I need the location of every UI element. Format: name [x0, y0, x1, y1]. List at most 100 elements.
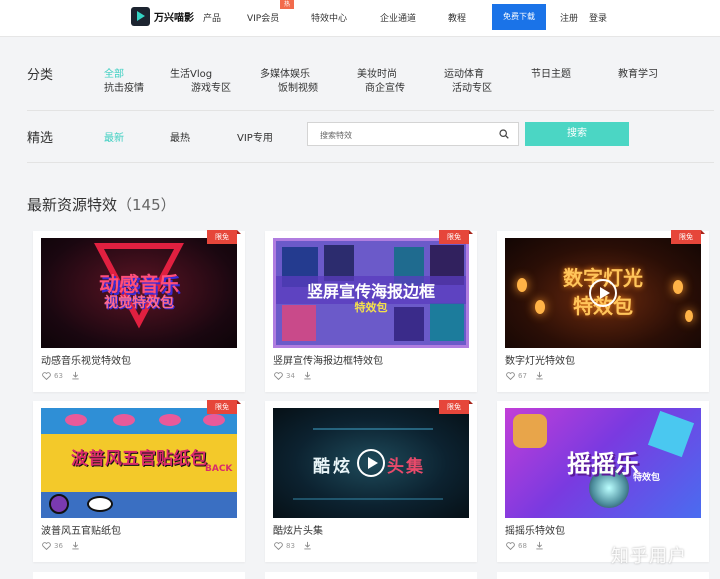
download-icon[interactable] — [535, 541, 544, 550]
heart-icon[interactable] — [274, 371, 283, 380]
logo[interactable]: 万兴喵影 — [131, 7, 194, 26]
cat-sticker — [513, 414, 547, 448]
category-business[interactable]: 商企宣传 — [365, 79, 405, 94]
effect-card[interactable] — [265, 572, 477, 579]
card-thumbnail[interactable]: 摇摇乐 特效包 — [505, 408, 701, 518]
card-title[interactable]: 数字灯光特效包 — [505, 352, 575, 367]
nav-enterprise[interactable]: 企业通道 — [380, 11, 416, 24]
category-holiday[interactable]: 节日主题 — [531, 65, 571, 80]
nav-tutorials[interactable]: 教程 — [448, 11, 466, 24]
sticker-band — [41, 492, 237, 518]
thumb-subtitle: 特效包 — [354, 301, 388, 314]
divider — [27, 162, 714, 163]
card-thumbnail[interactable]: 竖屏宣传海报边框 特效包 — [273, 238, 469, 348]
download-icon[interactable] — [535, 371, 544, 380]
category-label: 分类 — [27, 68, 54, 83]
category-beauty[interactable]: 美妆时尚 — [357, 65, 397, 80]
category-multimedia[interactable]: 多媒体娱乐 — [260, 65, 310, 80]
category-education[interactable]: 教育学习 — [618, 65, 658, 80]
effect-card[interactable] — [33, 572, 245, 579]
card-thumbnail[interactable]: 动感音乐 视觉特效包 — [41, 238, 237, 348]
like-count: 67 — [518, 371, 527, 380]
free-badge: 限免 — [207, 230, 241, 244]
heart-icon[interactable] — [506, 371, 515, 380]
card-meta: 63 — [42, 371, 80, 380]
sort-label: 精选 — [27, 131, 54, 146]
free-badge: 限免 — [671, 230, 705, 244]
download-icon[interactable] — [303, 541, 312, 550]
category-fan-videos[interactable]: 饭制视频 — [278, 79, 318, 94]
lips-sticker — [159, 414, 181, 426]
card-meta: 34 — [274, 371, 312, 380]
like-count: 34 — [286, 371, 295, 380]
sort-newest[interactable]: 最新 — [104, 129, 124, 144]
card-meta: 36 — [42, 541, 80, 550]
divider — [27, 110, 714, 111]
section-title: 最新资源特效（145） — [27, 194, 176, 215]
like-count: 83 — [286, 541, 295, 550]
light-streak — [313, 428, 433, 430]
top-nav: 万兴喵影 产品 VIP会员 热 特效中心 企业通道 教程 免费下载 注册 登录 — [0, 0, 720, 37]
category-sports[interactable]: 运动体育 — [444, 65, 484, 80]
card-thumbnail[interactable]: 酷炫 头集 — [273, 408, 469, 518]
card-title[interactable]: 竖屏宣传海报边框特效包 — [273, 352, 383, 367]
download-icon[interactable] — [71, 371, 80, 380]
effect-card[interactable]: 摇摇乐 特效包 摇摇乐特效包 68 — [497, 401, 709, 562]
search-button[interactable]: 搜索 — [525, 122, 629, 146]
watermark: 知乎用户 — [611, 546, 687, 567]
section-title-text: 最新资源特效 — [27, 196, 118, 214]
card-meta: 68 — [506, 541, 544, 550]
heart-icon[interactable] — [42, 371, 51, 380]
card-thumbnail[interactable]: 数字灯光 特效包 — [505, 238, 701, 348]
login-link[interactable]: 登录 — [589, 11, 607, 24]
sort-hottest[interactable]: 最热 — [170, 129, 190, 144]
heart-icon[interactable] — [506, 541, 515, 550]
nav-effects-center[interactable]: 特效中心 — [311, 11, 347, 24]
category-games[interactable]: 游戏专区 — [191, 79, 231, 94]
thumb-tag: BACK — [205, 464, 233, 474]
category-all[interactable]: 全部 — [104, 65, 124, 80]
category-events[interactable]: 活动专区 — [452, 79, 492, 94]
register-link[interactable]: 注册 — [560, 11, 578, 24]
search-icon[interactable] — [499, 129, 509, 139]
wow-sticker — [87, 496, 113, 512]
effect-card[interactable]: 限免 动感音乐 视觉特效包 动感音乐视觉特效包 63 — [33, 230, 245, 392]
card-meta: 83 — [274, 541, 312, 550]
nav-products[interactable]: 产品 — [203, 11, 221, 24]
heart-icon[interactable] — [274, 541, 283, 550]
play-button[interactable] — [589, 279, 617, 307]
logo-text: 万兴喵影 — [154, 13, 194, 24]
category-vlog[interactable]: 生活Vlog — [170, 65, 212, 80]
free-download-button[interactable]: 免费下载 — [492, 4, 546, 30]
thumb-subtitle: 特效包 — [633, 473, 661, 483]
download-icon[interactable] — [303, 371, 312, 380]
thumb-subtitle: 头集 — [387, 457, 425, 477]
download-icon[interactable] — [71, 541, 80, 550]
effect-card[interactable]: 限免 酷炫 头集 酷炫片头集 83 — [265, 400, 477, 562]
lips-sticker — [65, 414, 87, 426]
thumb-subtitle: 视觉特效包 — [104, 295, 174, 311]
card-title[interactable]: 摇摇乐特效包 — [505, 522, 565, 537]
effect-card[interactable]: 限免 波普风五官贴纸包 BACK 波普风五官贴纸包 36 — [33, 400, 245, 562]
lips-sticker — [203, 414, 225, 426]
card-title[interactable]: 酷炫片头集 — [273, 522, 323, 537]
effect-card[interactable]: 限免 数字灯光 特效包 数字灯光特效包 67 — [497, 230, 709, 392]
effect-card[interactable]: 限免 竖屏宣传海报边框 特效包 竖屏宣传海报边框特效包 34 — [265, 230, 477, 392]
effect-card[interactable] — [497, 572, 709, 579]
card-title[interactable]: 波普风五官贴纸包 — [41, 522, 121, 537]
nav-vip[interactable]: VIP会员 — [247, 11, 279, 24]
search-input[interactable] — [308, 124, 488, 147]
like-count: 63 — [54, 371, 63, 380]
thumb-title: 酷炫 — [313, 457, 353, 477]
card-thumbnail[interactable]: 波普风五官贴纸包 BACK — [41, 408, 237, 518]
free-badge: 限免 — [439, 230, 473, 244]
result-count: （145） — [117, 196, 176, 214]
sort-vip[interactable]: VIP专用 — [237, 129, 273, 144]
eye-sticker — [49, 494, 69, 514]
play-button[interactable] — [357, 449, 385, 477]
card-meta: 67 — [506, 371, 544, 380]
card-title[interactable]: 动感音乐视觉特效包 — [41, 352, 131, 367]
search-box — [307, 122, 519, 147]
category-epidemic[interactable]: 抗击疫情 — [104, 79, 144, 94]
heart-icon[interactable] — [42, 541, 51, 550]
